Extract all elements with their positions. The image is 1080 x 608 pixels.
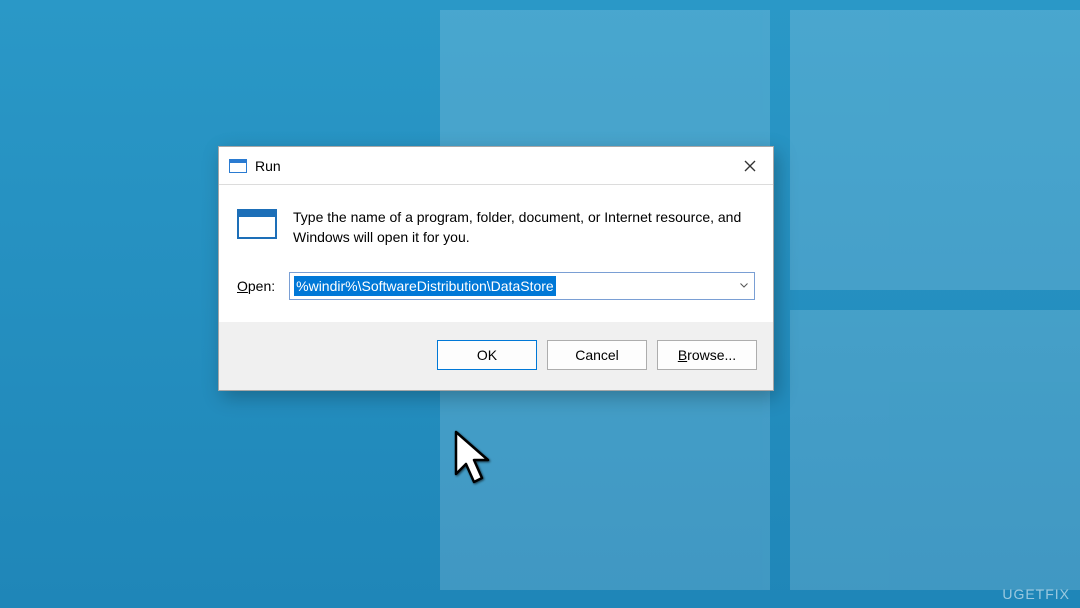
window-title: Run (255, 158, 281, 174)
close-button[interactable] (727, 147, 773, 184)
chevron-down-icon (740, 283, 748, 288)
run-dialog-icon (237, 207, 277, 239)
watermark: UGETFIX (1002, 586, 1070, 602)
title-bar[interactable]: Run (219, 147, 773, 185)
cancel-button[interactable]: Cancel (547, 340, 647, 370)
open-input-value[interactable]: %windir%\SoftwareDistribution\DataStore (294, 276, 556, 296)
browse-button[interactable]: Browse... (657, 340, 757, 370)
run-title-icon (229, 159, 247, 173)
open-label: Open: (237, 278, 275, 294)
ok-button[interactable]: OK (437, 340, 537, 370)
close-icon (744, 160, 756, 172)
open-combobox[interactable]: %windir%\SoftwareDistribution\DataStore (289, 272, 755, 300)
dialog-description: Type the name of a program, folder, docu… (293, 207, 755, 248)
combo-dropdown-button[interactable] (734, 273, 754, 299)
button-bar: OK Cancel Browse... (219, 322, 773, 390)
run-dialog: Run Type the name of a program, folder, … (218, 146, 774, 391)
dialog-body: Type the name of a program, folder, docu… (219, 185, 773, 322)
